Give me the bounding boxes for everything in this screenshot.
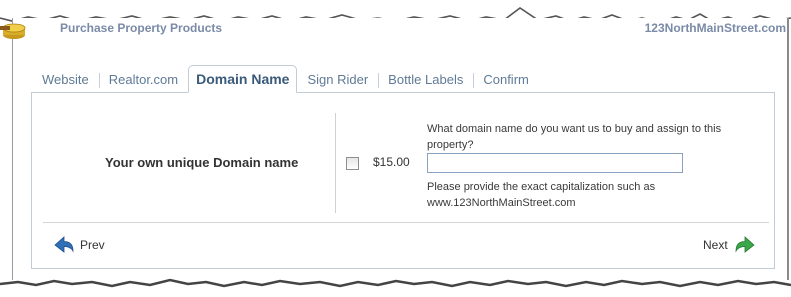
window-title-left: Purchase Property Products xyxy=(60,21,223,35)
tab-realtor[interactable]: Realtor.com xyxy=(98,67,188,93)
tab-domain-name[interactable]: Domain Name xyxy=(188,65,298,93)
prev-label: Prev xyxy=(80,238,105,252)
prev-button[interactable]: Prev xyxy=(53,234,105,256)
arrow-right-icon xyxy=(735,236,755,253)
tab-bottle-labels[interactable]: Bottle Labels xyxy=(378,67,473,93)
tab-website[interactable]: Website xyxy=(32,67,99,93)
screenshot-stage: Purchase Property Products 123NorthMainS… xyxy=(0,0,791,297)
arrow-left-icon xyxy=(54,236,74,253)
footer-divider xyxy=(43,222,769,223)
domain-price: $15.00 xyxy=(373,155,410,169)
next-button[interactable]: Next xyxy=(703,234,756,256)
tab-confirm[interactable]: Confirm xyxy=(473,67,539,93)
next-label: Next xyxy=(703,238,728,252)
domain-row-label: Your own unique Domain name xyxy=(105,155,299,170)
domain-hint: Please provide the exact capitalization … xyxy=(427,181,656,209)
tab-sign-rider[interactable]: Sign Rider xyxy=(297,67,378,93)
domain-question: What domain name do you want us to buy a… xyxy=(427,123,722,151)
domain-checkbox[interactable] xyxy=(346,157,359,170)
tab-bar: Website Realtor.com Domain Name Sign Rid… xyxy=(32,65,539,93)
coin-stack-icon xyxy=(0,23,26,39)
window-title-right: 123NorthMainStreet.com xyxy=(644,21,786,35)
torn-bottom-edge xyxy=(0,278,791,297)
domain-name-input[interactable] xyxy=(427,153,683,173)
column-divider xyxy=(335,113,336,213)
